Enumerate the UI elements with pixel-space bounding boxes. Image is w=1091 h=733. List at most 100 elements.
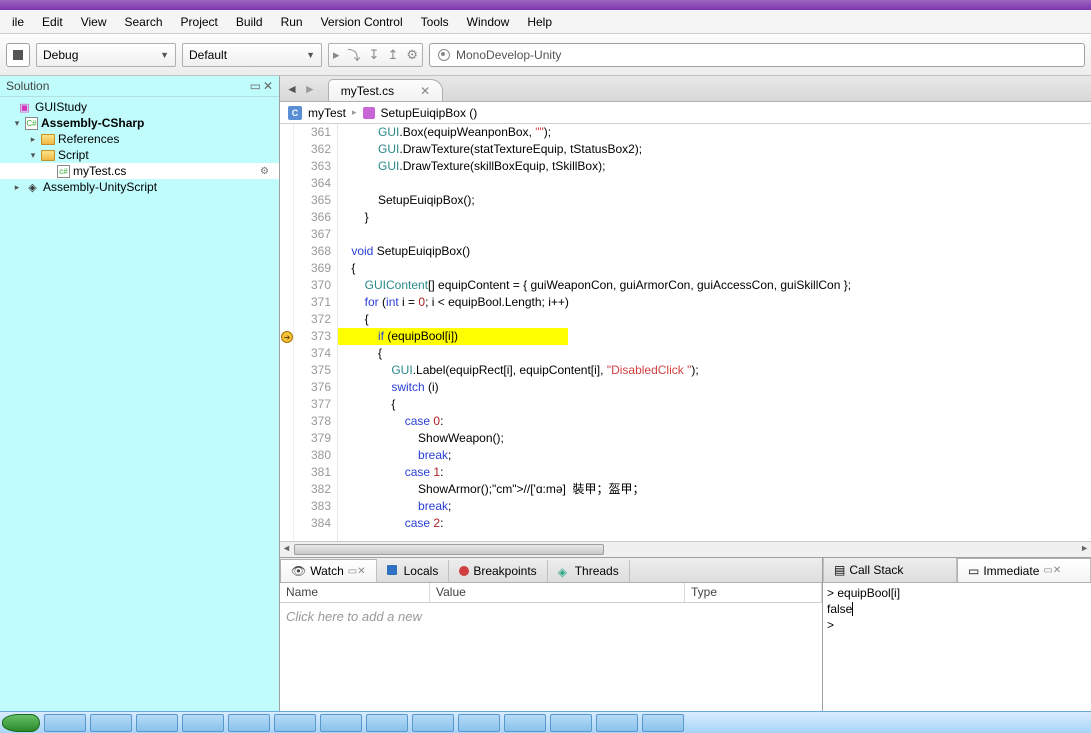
- tree-solution-node[interactable]: ▣GUIStudy: [0, 99, 279, 115]
- taskbar-item[interactable]: [458, 714, 500, 732]
- editor-breadcrumb[interactable]: C myTest ▸ SetupEuiqipBox (): [280, 102, 1091, 124]
- menu-help[interactable]: Help: [519, 12, 560, 32]
- solution-pad: Solution ▭✕ ▣GUIStudy ▾C#Assembly-CSharp…: [0, 76, 280, 711]
- target-icon: [438, 49, 450, 61]
- tree-references-node[interactable]: ▸References: [0, 131, 279, 147]
- menu-view[interactable]: View: [73, 12, 115, 32]
- tab-locals[interactable]: Locals: [377, 560, 450, 582]
- tree-project-node[interactable]: ▾C#Assembly-CSharp: [0, 115, 279, 131]
- window-titlebar: [0, 0, 1091, 10]
- scrollbar-thumb[interactable]: [294, 544, 604, 555]
- folder-icon: [41, 134, 55, 145]
- nav-forward-icon[interactable]: ►: [304, 82, 316, 96]
- code-content[interactable]: GUI.Box(equipWeanponBox, ""); GUI.DrawTe…: [338, 124, 1091, 541]
- taskbar-item[interactable]: [550, 714, 592, 732]
- editor-tab-mytest[interactable]: myTest.cs ✕: [328, 79, 443, 101]
- debug-step-toolbar: ▸ ⤵ ↧ ↥ ⚙: [328, 43, 423, 67]
- taskbar-item[interactable]: [642, 714, 684, 732]
- folder-icon: [41, 150, 55, 161]
- col-value[interactable]: Value: [430, 583, 685, 602]
- locals-icon: [387, 565, 400, 578]
- global-search[interactable]: MonoDevelop-Unity: [429, 43, 1085, 67]
- gear-icon[interactable]: ⚙: [260, 166, 275, 177]
- main-toolbar: Debug▼ Default▼ ▸ ⤵ ↧ ↥ ⚙ MonoDevelop-Un…: [0, 34, 1091, 76]
- tab-breakpoints[interactable]: Breakpoints: [449, 560, 547, 582]
- menu-project[interactable]: Project: [173, 12, 226, 32]
- taskbar-item[interactable]: [136, 714, 178, 732]
- pad-options-icon[interactable]: ▭: [250, 79, 261, 93]
- tab-threads[interactable]: Threads: [548, 560, 630, 582]
- expand-icon[interactable]: ▸: [28, 134, 38, 145]
- stop-button[interactable]: [6, 43, 30, 67]
- solution-icon: ▣: [17, 101, 32, 114]
- expand-icon[interactable]: ▸: [12, 182, 22, 193]
- debug-pads: 👁Watch ▭✕ Locals Breakpoints Threads Nam…: [280, 557, 1091, 711]
- menu-run[interactable]: Run: [273, 12, 311, 32]
- tab-watch[interactable]: 👁Watch ▭✕: [280, 559, 377, 582]
- callstack-icon: ▤: [834, 563, 845, 577]
- search-placeholder: MonoDevelop-Unity: [456, 48, 561, 62]
- menu-window[interactable]: Window: [459, 12, 518, 32]
- taskbar-item[interactable]: [320, 714, 362, 732]
- menu-version-control[interactable]: Version Control: [313, 12, 411, 32]
- taskbar-item[interactable]: [228, 714, 270, 732]
- breakpoint-icon: [459, 566, 469, 576]
- tree-file-mytest[interactable]: c#myTest.cs⚙: [0, 163, 279, 179]
- start-button[interactable]: [2, 714, 40, 732]
- taskbar-item[interactable]: [412, 714, 454, 732]
- debug-attach-icon[interactable]: ⚙: [406, 47, 418, 63]
- nav-back-icon[interactable]: ◄: [286, 82, 298, 96]
- tree-unityscript-node[interactable]: ▸◈Assembly-UnityScript: [0, 179, 279, 195]
- editor-tab-strip: ◄ ► myTest.cs ✕: [280, 76, 1091, 102]
- config-select[interactable]: Debug▼: [36, 43, 176, 67]
- menu-file[interactable]: ile: [4, 12, 32, 32]
- marker-margin[interactable]: ➔: [280, 124, 294, 541]
- target-select[interactable]: Default▼: [182, 43, 322, 67]
- menu-search[interactable]: Search: [117, 12, 171, 32]
- chevron-down-icon: ▼: [160, 50, 169, 60]
- taskbar-item[interactable]: [274, 714, 316, 732]
- line-number-gutter: 3613623633643653663673683693703713723733…: [294, 124, 338, 541]
- col-type[interactable]: Type: [685, 583, 822, 602]
- taskbar-item[interactable]: [182, 714, 224, 732]
- horizontal-scrollbar[interactable]: [280, 541, 1091, 557]
- main-menubar: ile Edit View Search Project Build Run V…: [0, 10, 1091, 34]
- tab-callstack[interactable]: ▤Call Stack: [823, 558, 957, 582]
- taskbar-item[interactable]: [90, 714, 132, 732]
- execution-pointer-icon: ➔: [281, 331, 293, 343]
- col-name[interactable]: Name: [280, 583, 430, 602]
- taskbar-item[interactable]: [504, 714, 546, 732]
- menu-edit[interactable]: Edit: [34, 12, 71, 32]
- taskbar-item[interactable]: [596, 714, 638, 732]
- windows-taskbar[interactable]: [0, 711, 1091, 733]
- immediate-console[interactable]: > equipBool[i] false >: [823, 583, 1091, 635]
- unity-icon: ◈: [25, 181, 40, 194]
- tree-script-folder[interactable]: ▾Script: [0, 147, 279, 163]
- watch-icon: 👁: [291, 564, 306, 578]
- taskbar-item[interactable]: [366, 714, 408, 732]
- taskbar-item[interactable]: [44, 714, 86, 732]
- tab-immediate[interactable]: ▭Immediate ▭✕: [957, 558, 1091, 582]
- solution-pad-header: Solution ▭✕: [0, 76, 279, 97]
- step-over-icon[interactable]: ⤵: [348, 45, 361, 64]
- class-icon: C: [288, 106, 302, 120]
- stop-icon: [13, 50, 23, 60]
- method-icon: [363, 107, 375, 119]
- chevron-right-icon: ▸: [352, 107, 357, 118]
- continue-icon[interactable]: ▸: [333, 47, 340, 63]
- pad-close-icon[interactable]: ✕: [263, 79, 273, 93]
- menu-tools[interactable]: Tools: [413, 12, 457, 32]
- watch-add-placeholder[interactable]: Click here to add a new: [280, 603, 822, 630]
- threads-icon: [558, 565, 571, 578]
- csharp-icon: C#: [25, 117, 38, 130]
- step-into-icon[interactable]: ↧: [369, 47, 380, 63]
- csharp-file-icon: c#: [57, 165, 70, 178]
- code-editor[interactable]: ➔ 36136236336436536636736836937037137237…: [280, 124, 1091, 541]
- chevron-down-icon: ▼: [306, 50, 315, 60]
- step-out-icon[interactable]: ↥: [387, 47, 398, 63]
- expand-icon[interactable]: ▾: [28, 150, 38, 161]
- expand-icon[interactable]: ▾: [12, 118, 22, 129]
- close-tab-icon[interactable]: ✕: [420, 84, 430, 98]
- solution-tree[interactable]: ▣GUIStudy ▾C#Assembly-CSharp ▸References…: [0, 97, 279, 197]
- menu-build[interactable]: Build: [228, 12, 271, 32]
